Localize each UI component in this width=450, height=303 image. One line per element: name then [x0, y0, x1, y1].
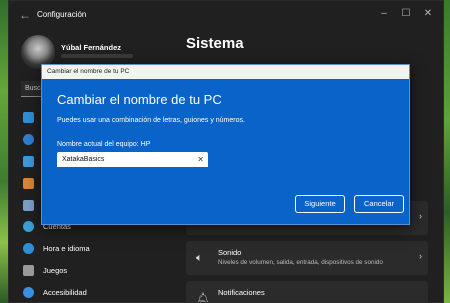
chevron-right-icon: ›	[419, 211, 422, 221]
dialog-description: Puedes usar una combinación de letras, g…	[57, 117, 245, 124]
settings-card-notificaciones[interactable]: 🔔︎ Notificaciones	[186, 281, 428, 303]
app-title: Configuración	[37, 10, 87, 19]
sidebar-item-label: Hora e idioma	[43, 244, 90, 253]
brush-icon	[23, 178, 34, 189]
current-pc-name: Nombre actual del equipo: HP	[57, 141, 151, 148]
dialog-heading: Cambiar el nombre de tu PC	[57, 92, 222, 107]
sidebar-item-juegos[interactable]: Juegos	[21, 262, 181, 280]
clear-icon[interactable]: ✕	[197, 155, 204, 164]
cancel-button[interactable]: Cancelar	[354, 195, 404, 213]
bell-icon: 🔔︎	[196, 293, 210, 303]
accessibility-icon	[23, 287, 34, 298]
sidebar-item-accesibilidad[interactable]: Accesibilidad	[21, 284, 181, 302]
apps-icon	[23, 200, 34, 211]
page-title: Sistema	[186, 35, 244, 52]
sidebar-item-label: Juegos	[43, 266, 68, 275]
user-name: Yúbal Fernández	[61, 43, 122, 52]
user-email-redacted	[61, 54, 133, 58]
close-icon[interactable]: ✕	[421, 7, 435, 21]
pc-name-input[interactable]: XatakaBasics ✕	[57, 152, 208, 169]
settings-card-sonido[interactable]: 🔈︎ Sonido Niveles de volumen, salida, en…	[186, 241, 428, 275]
speaker-icon: 🔈︎	[196, 252, 203, 264]
card-title: Sonido	[218, 248, 242, 257]
back-arrow-icon[interactable]: ←	[19, 9, 31, 21]
next-button[interactable]: Siguiente	[295, 195, 345, 213]
sidebar-item-label: Accesibilidad	[43, 288, 87, 297]
chevron-right-icon: ›	[419, 251, 422, 261]
title-bar: ← Configuración – ☐ ✕	[9, 1, 443, 29]
card-title: Notificaciones	[218, 288, 265, 297]
person-icon	[23, 221, 34, 232]
bluetooth-icon	[23, 134, 34, 145]
rename-pc-dialog: Cambiar el nombre de tu PC Cambiar el no…	[41, 64, 410, 225]
globe-clock-icon	[23, 243, 34, 254]
wifi-icon	[23, 156, 34, 167]
maximize-icon[interactable]: ☐	[399, 7, 413, 21]
card-subtitle: Niveles de volumen, salida, entrada, dis…	[218, 259, 383, 266]
dialog-window-title: Cambiar el nombre de tu PC	[47, 68, 130, 75]
minimize-icon[interactable]: –	[377, 7, 391, 21]
dialog-title-bar: Cambiar el nombre de tu PC	[42, 65, 409, 79]
monitor-icon	[23, 112, 34, 123]
gamepad-icon	[23, 265, 34, 276]
pc-name-input-value: XatakaBasics	[62, 156, 105, 163]
sidebar-item-hora-idioma[interactable]: Hora e idioma	[21, 240, 181, 258]
